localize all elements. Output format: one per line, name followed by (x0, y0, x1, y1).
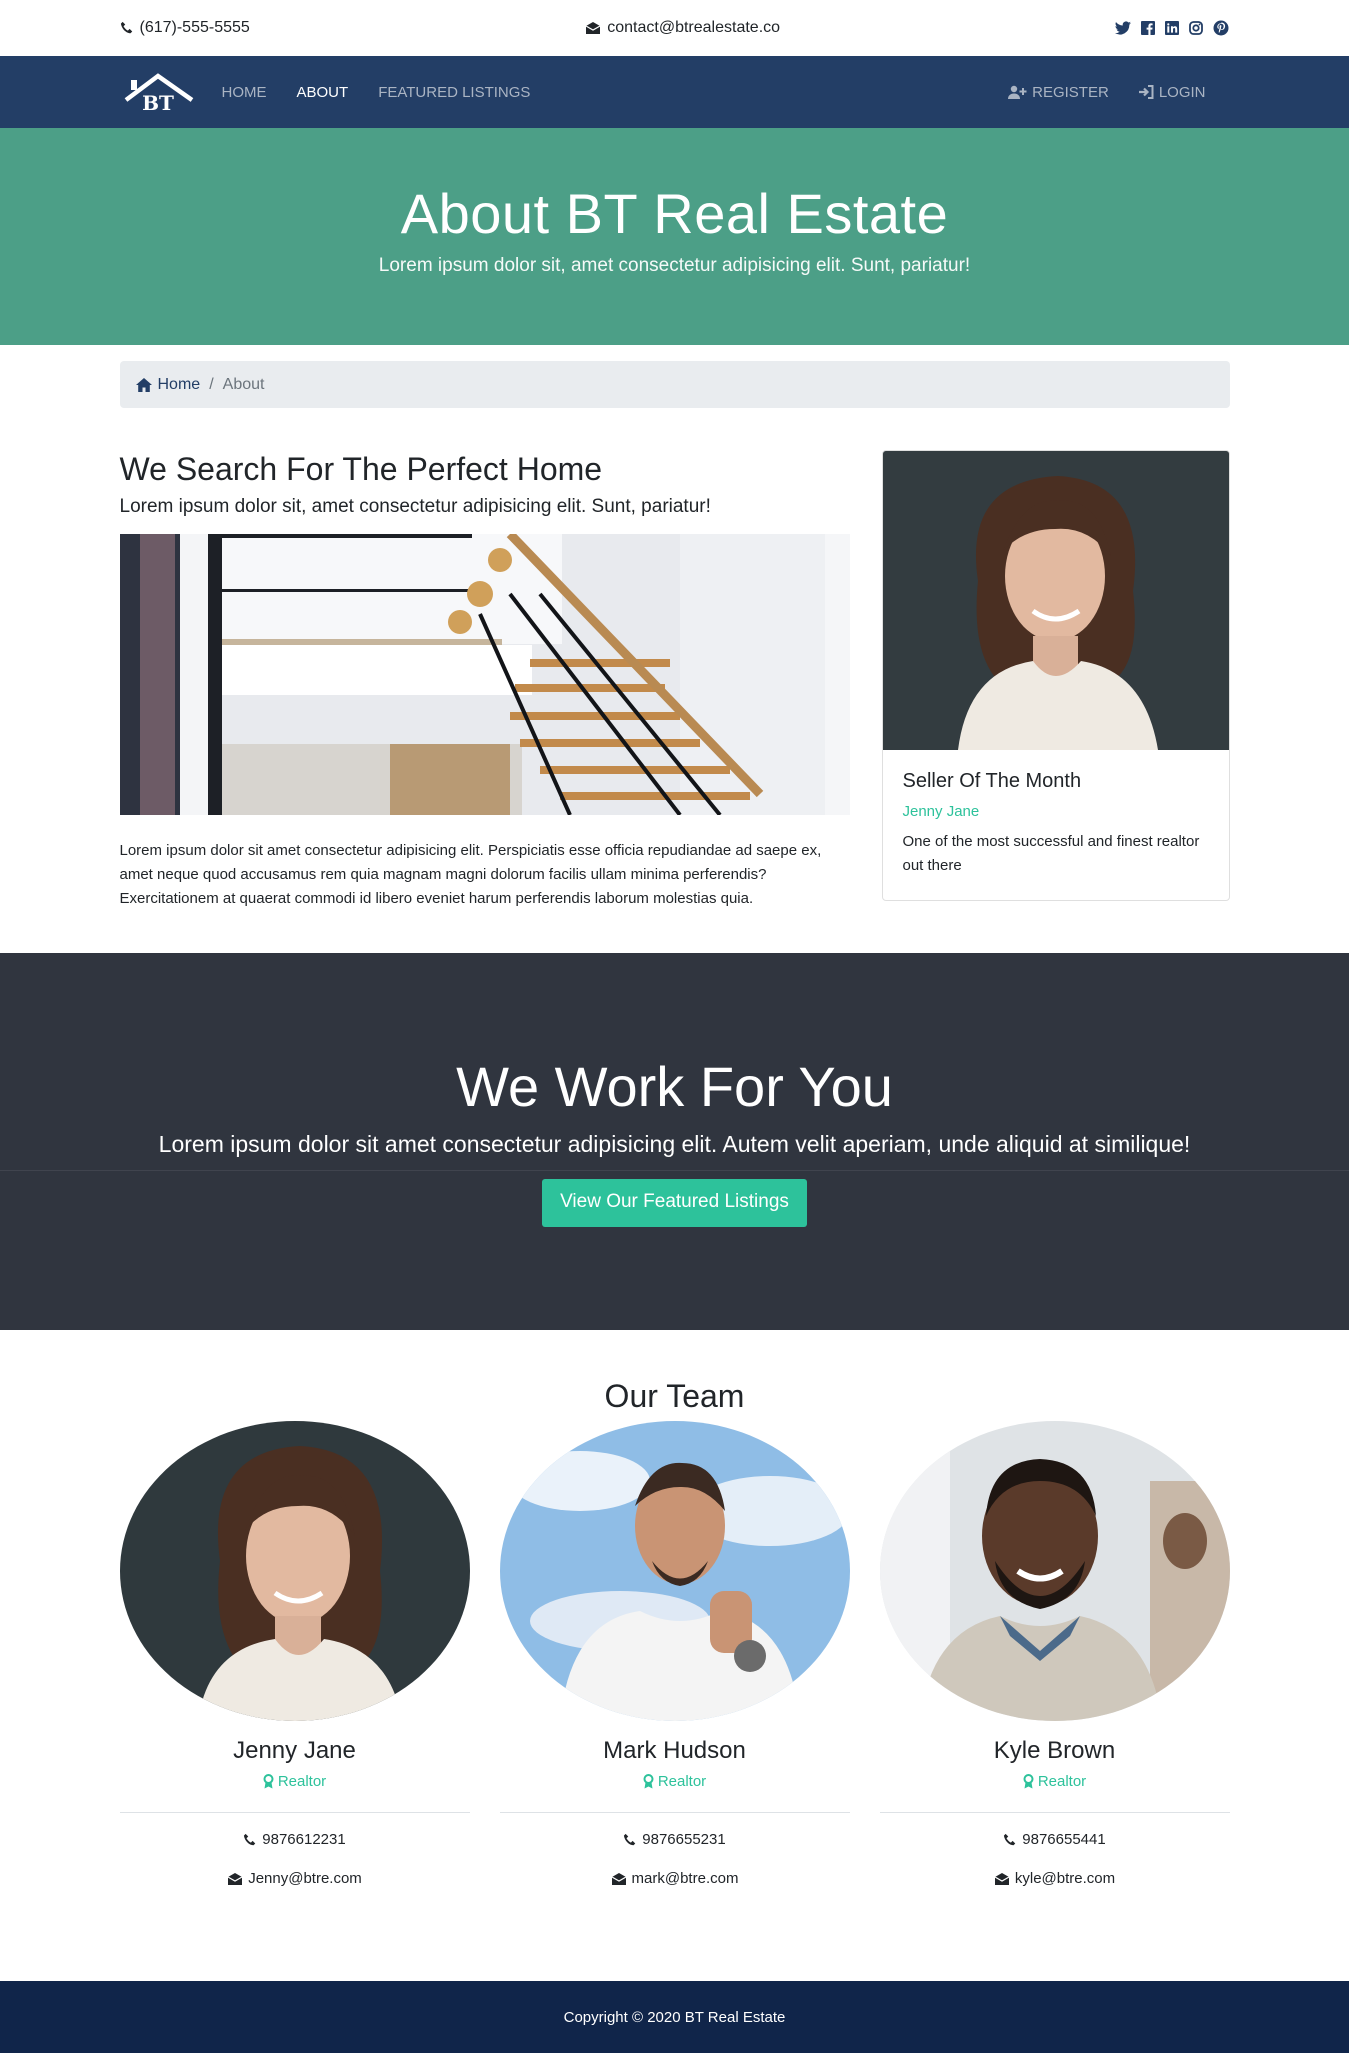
team-member-name: Mark Hudson (603, 1737, 746, 1765)
phone-icon (244, 1833, 256, 1846)
work-text: Lorem ipsum dolor sit amet consectetur a… (158, 1130, 1191, 1157)
team-member-role: Realtor (500, 1773, 850, 1790)
register-label: REGISTER (1032, 83, 1109, 101)
login-link[interactable]: LOGIN (1138, 83, 1206, 101)
team-member-divider (879, 1812, 1230, 1814)
about-body-text: Lorem ipsum dolor sit amet consectetur a… (119, 842, 822, 908)
user-plus-icon (1008, 85, 1027, 99)
work-heading: We Work For You (456, 1055, 893, 1119)
about-content: We Search For The Perfect Home Lorem ips… (119, 450, 850, 911)
award-icon (263, 1774, 274, 1789)
breadcrumb-home-label: Home (157, 375, 201, 393)
footer-copyright: Copyright © 2020 BT Real Estate (563, 2008, 786, 2026)
page-header: About BT Real Estate Lorem ipsum dolor s… (0, 128, 1349, 345)
team-member-email: Jenny@btre.com (120, 1870, 470, 1887)
phone-info: (617)-555-5555 (120, 19, 250, 37)
team-member-phone-number: 9876612231 (262, 1831, 346, 1849)
seller-name: Jenny Jane (902, 803, 980, 820)
svg-text:BT: BT (142, 91, 174, 114)
breadcrumb: Home / About (119, 361, 1230, 408)
about-lead: Lorem ipsum dolor sit, amet consectetur … (119, 496, 711, 518)
team-member-email-address: kyle@btre.com (1014, 1870, 1116, 1888)
team-member-card: Jenny Jane Realtor 9876612231 Jenny@btre… (119, 1421, 470, 1887)
nav-links: HOME ABOUT FEATURED LISTINGS (222, 84, 531, 101)
team-member-email-address: Jenny@btre.com (248, 1870, 362, 1888)
login-label: LOGIN (1158, 83, 1206, 101)
phone-number: (617)-555-5555 (139, 19, 250, 36)
main-navbar: BT HOME ABOUT FEATURED LISTINGS REGISTER… (0, 56, 1349, 128)
team-member-card: Mark Hudson Realtor 9876655231 mark@btre… (499, 1421, 850, 1887)
team-members: Jenny Jane Realtor 9876612231 Jenny@btre… (119, 1421, 1230, 1887)
register-link[interactable]: REGISTER (1008, 84, 1109, 101)
nav-featured-listings-link[interactable]: FEATURED LISTINGS (378, 84, 530, 101)
view-featured-listings-button[interactable]: View Our Featured Listings (542, 1178, 807, 1227)
bt-logo-icon[interactable]: BT (120, 70, 196, 114)
breadcrumb-separator: / (209, 375, 214, 393)
team-member-phone-number: 9876655231 (642, 1831, 726, 1849)
team-member-card: Kyle Brown Realtor 9876655441 kyle@btre.… (879, 1421, 1230, 1887)
home-icon (135, 377, 152, 392)
team-member-phone: 9876612231 (120, 1831, 470, 1848)
page-title: About BT Real Estate (400, 182, 949, 245)
team-member-divider (119, 1812, 470, 1814)
sign-in-icon (1138, 85, 1154, 99)
breadcrumb-current: About (222, 375, 265, 393)
seller-card-title: Seller Of The Month (902, 770, 1082, 792)
team-member-email: kyle@btre.com (880, 1870, 1230, 1887)
team-member-role-label: Realtor (1037, 1773, 1087, 1791)
section-divider (0, 1170, 1349, 1172)
seller-of-month-card: Seller Of The Month Jenny Jane One of th… (881, 450, 1230, 901)
team-member-avatar (499, 1421, 850, 1722)
envelope-icon (585, 22, 601, 34)
seller-photo (882, 451, 1229, 750)
twitter-icon[interactable] (1115, 21, 1132, 35)
team-member-name: Jenny Jane (233, 1737, 356, 1765)
team-member-avatar (119, 1421, 470, 1722)
linkedin-icon[interactable] (1165, 21, 1180, 35)
phone-icon (1004, 1833, 1016, 1846)
top-bar: (617)-555-5555 contact@btrealestate.co (0, 0, 1349, 56)
team-member-role: Realtor (880, 1773, 1230, 1790)
staircase-image (119, 534, 850, 816)
envelope-icon (994, 1872, 1010, 1885)
team-member-phone: 9876655231 (500, 1831, 850, 1848)
instagram-icon[interactable] (1189, 21, 1204, 35)
team-member-email-address: mark@btre.com (631, 1870, 739, 1888)
team-member-phone-number: 9876655441 (1022, 1831, 1106, 1849)
team-member-name: Kyle Brown (993, 1737, 1116, 1765)
work-for-you-section: We Work For You Lorem ipsum dolor sit am… (0, 953, 1349, 1331)
envelope-icon (611, 1872, 626, 1885)
seller-card-body: Seller Of The Month Jenny Jane One of th… (883, 750, 1229, 898)
seller-description: One of the most successful and finest re… (902, 833, 1200, 874)
award-icon (643, 1774, 654, 1789)
award-icon (1023, 1774, 1034, 1789)
nav-about-link[interactable]: ABOUT (297, 84, 349, 101)
phone-icon (120, 21, 132, 34)
team-member-avatar (879, 1421, 1230, 1722)
email-address: contact@btrealestate.co (607, 19, 781, 36)
about-section: We Search For The Perfect Home Lorem ips… (119, 450, 1230, 911)
phone-icon (624, 1833, 636, 1846)
about-heading: We Search For The Perfect Home (119, 451, 603, 487)
team-section: Our Team Jenny Jane Realtor 9876612231 J… (119, 1378, 1230, 1887)
team-member-role: Realtor (120, 1773, 470, 1790)
nav-auth-links: REGISTER LOGIN (1008, 83, 1206, 101)
team-member-phone: 9876655441 (880, 1831, 1230, 1848)
social-links (1115, 20, 1229, 36)
team-member-role-label: Realtor (277, 1773, 327, 1791)
footer: Copyright © 2020 BT Real Estate (0, 1981, 1349, 2053)
breadcrumb-home[interactable]: Home (135, 375, 201, 394)
envelope-icon (227, 1872, 243, 1885)
team-member-role-label: Realtor (657, 1773, 707, 1791)
pinterest-icon[interactable] (1213, 20, 1229, 36)
team-member-divider (499, 1812, 850, 1814)
team-heading: Our Team (604, 1378, 745, 1415)
page-subtitle: Lorem ipsum dolor sit, amet consectetur … (378, 255, 971, 277)
email-info: contact@btrealestate.co (585, 19, 780, 37)
team-member-email: mark@btre.com (500, 1870, 850, 1887)
nav-home-link[interactable]: HOME (222, 84, 267, 101)
facebook-icon[interactable] (1141, 21, 1156, 35)
